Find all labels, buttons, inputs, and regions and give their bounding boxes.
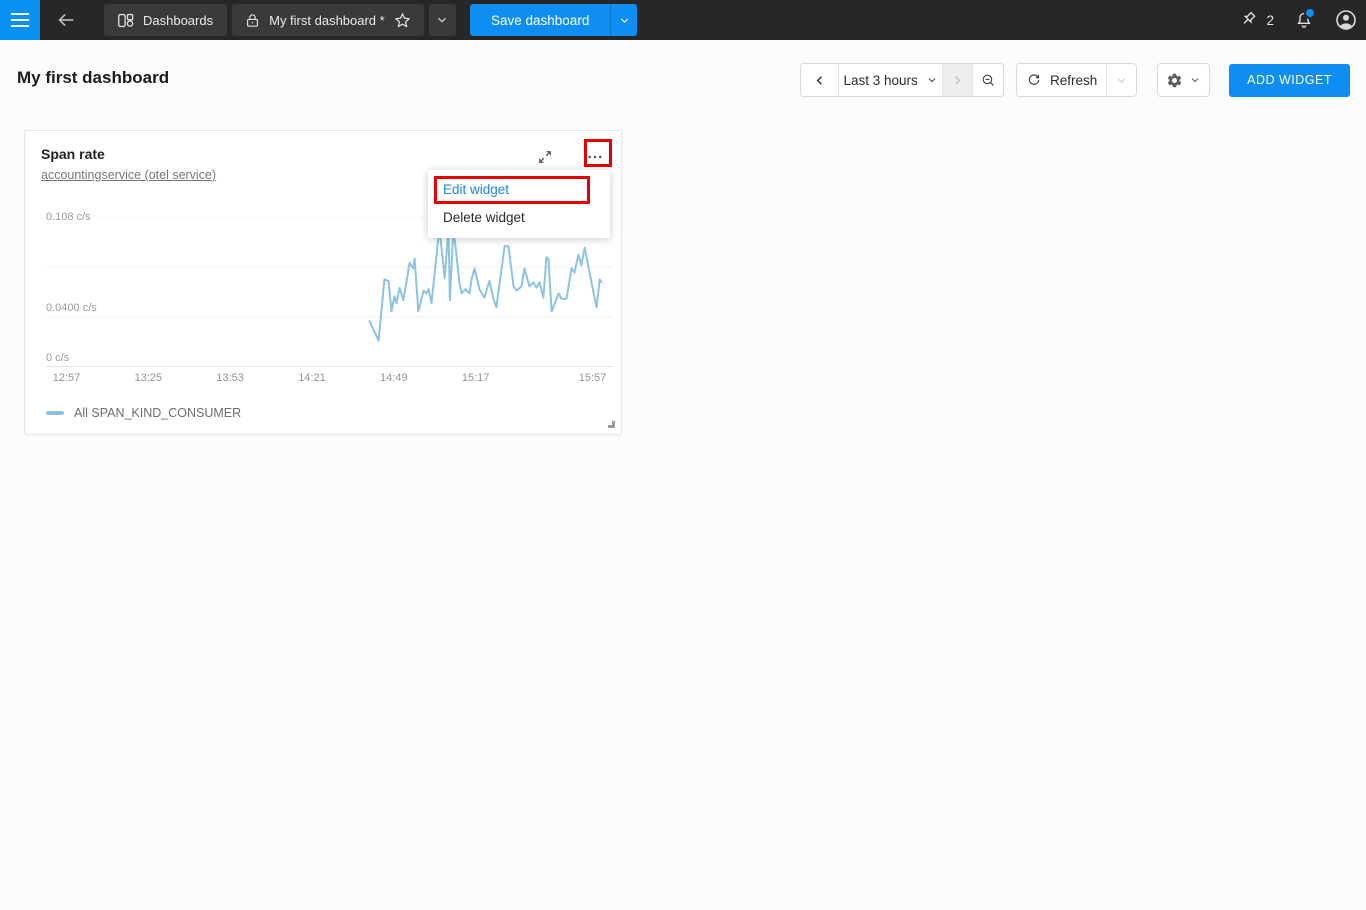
chevron-down-icon	[1115, 74, 1128, 87]
tab-dashboards[interactable]: Dashboards	[104, 4, 227, 36]
chevron-left-icon	[812, 73, 827, 88]
x-axis-label: 14:21	[298, 372, 326, 384]
y-axis-label: 0.0400 c/s	[46, 301, 97, 315]
widget-context-menu: Edit widget Delete widget	[428, 170, 610, 238]
nav-tab-strip: Dashboards My first dashboard *	[104, 4, 456, 36]
refresh-dropdown-button[interactable]	[1106, 64, 1136, 96]
menu-item-delete-widget[interactable]: Delete widget	[428, 204, 610, 232]
time-range-label: Last 3 hours	[843, 73, 917, 88]
y-axis-label: 0 c/s	[46, 351, 69, 365]
x-axis-label: 12:57	[53, 372, 81, 384]
chevron-down-icon	[926, 74, 938, 86]
save-dashboard-dropdown-button[interactable]	[610, 4, 637, 36]
main-menu-button[interactable]	[0, 0, 40, 40]
lock-icon	[244, 12, 261, 29]
chevron-down-icon	[1189, 74, 1201, 86]
refresh-button[interactable]: Refresh	[1017, 64, 1106, 96]
zoom-out-icon	[980, 72, 997, 89]
widget-title: Span rate	[41, 146, 105, 162]
avatar-icon	[1334, 8, 1358, 32]
back-button[interactable]	[48, 0, 84, 40]
navbar-right-controls: 2	[1239, 0, 1358, 40]
pin-count: 2	[1266, 13, 1274, 28]
x-axis-label: 13:53	[216, 372, 244, 384]
save-dashboard-button[interactable]: Save dashboard	[470, 4, 610, 36]
x-axis-label: 14:49	[380, 372, 408, 384]
expand-icon	[536, 148, 554, 166]
time-forward-button[interactable]	[942, 64, 972, 96]
chevron-down-icon	[618, 14, 631, 27]
back-arrow-icon	[55, 9, 77, 31]
time-range-group: Last 3 hours	[800, 63, 1004, 97]
top-navbar: Dashboards My first dashboard * Save das…	[0, 0, 1366, 40]
tab-list-dropdown-button[interactable]	[429, 4, 456, 36]
more-dots-icon	[586, 148, 604, 166]
legend-swatch	[46, 411, 64, 415]
hamburger-icon	[11, 13, 29, 15]
menu-item-edit-widget[interactable]: Edit widget	[428, 176, 610, 204]
pinned-items-button[interactable]: 2	[1239, 10, 1274, 30]
save-split-button: Save dashboard	[470, 4, 637, 36]
dashboard-settings-button[interactable]	[1158, 64, 1209, 96]
widget-entity-link[interactable]: accountingservice (otel service)	[41, 168, 216, 182]
page-title: My first dashboard	[17, 68, 169, 88]
tab-current-dashboard-label: My first dashboard *	[269, 13, 385, 28]
add-widget-button[interactable]: ADD WIDGET	[1229, 64, 1350, 97]
widget-resize-handle[interactable]	[608, 421, 615, 428]
x-axis-label: 15:17	[462, 372, 490, 384]
notifications-button[interactable]	[1294, 10, 1314, 30]
settings-group	[1157, 63, 1210, 97]
expand-widget-button[interactable]	[533, 145, 557, 169]
legend-label: All SPAN_KIND_CONSUMER	[74, 406, 241, 420]
dashboard-toolbar: Last 3 hours Refresh ADD WIDGET	[800, 63, 1350, 97]
time-back-button[interactable]	[801, 64, 838, 96]
refresh-label: Refresh	[1050, 73, 1097, 88]
x-axis-label: 15:57	[579, 372, 607, 384]
zoom-out-time-button[interactable]	[972, 64, 1003, 96]
tab-current-dashboard[interactable]: My first dashboard *	[232, 4, 424, 36]
x-axis-label: 13:25	[135, 372, 163, 384]
notification-dot	[1304, 7, 1316, 19]
dashboards-icon	[116, 11, 135, 30]
user-avatar-button[interactable]	[1334, 8, 1358, 32]
chevron-down-icon	[435, 13, 449, 27]
tab-dashboards-label: Dashboards	[143, 13, 213, 28]
y-axis-label: 0.108 c/s	[46, 210, 91, 224]
refresh-icon	[1026, 72, 1042, 88]
favorite-star-button[interactable]	[393, 11, 412, 30]
chevron-right-icon	[950, 73, 965, 88]
time-range-selector[interactable]: Last 3 hours	[838, 64, 942, 96]
refresh-group: Refresh	[1016, 63, 1137, 97]
star-icon	[393, 11, 412, 30]
chart-legend[interactable]: All SPAN_KIND_CONSUMER	[46, 406, 241, 420]
widget-more-button[interactable]	[583, 145, 607, 169]
gear-icon	[1166, 72, 1183, 89]
pin-icon	[1239, 10, 1259, 30]
span-rate-chart	[46, 217, 613, 367]
